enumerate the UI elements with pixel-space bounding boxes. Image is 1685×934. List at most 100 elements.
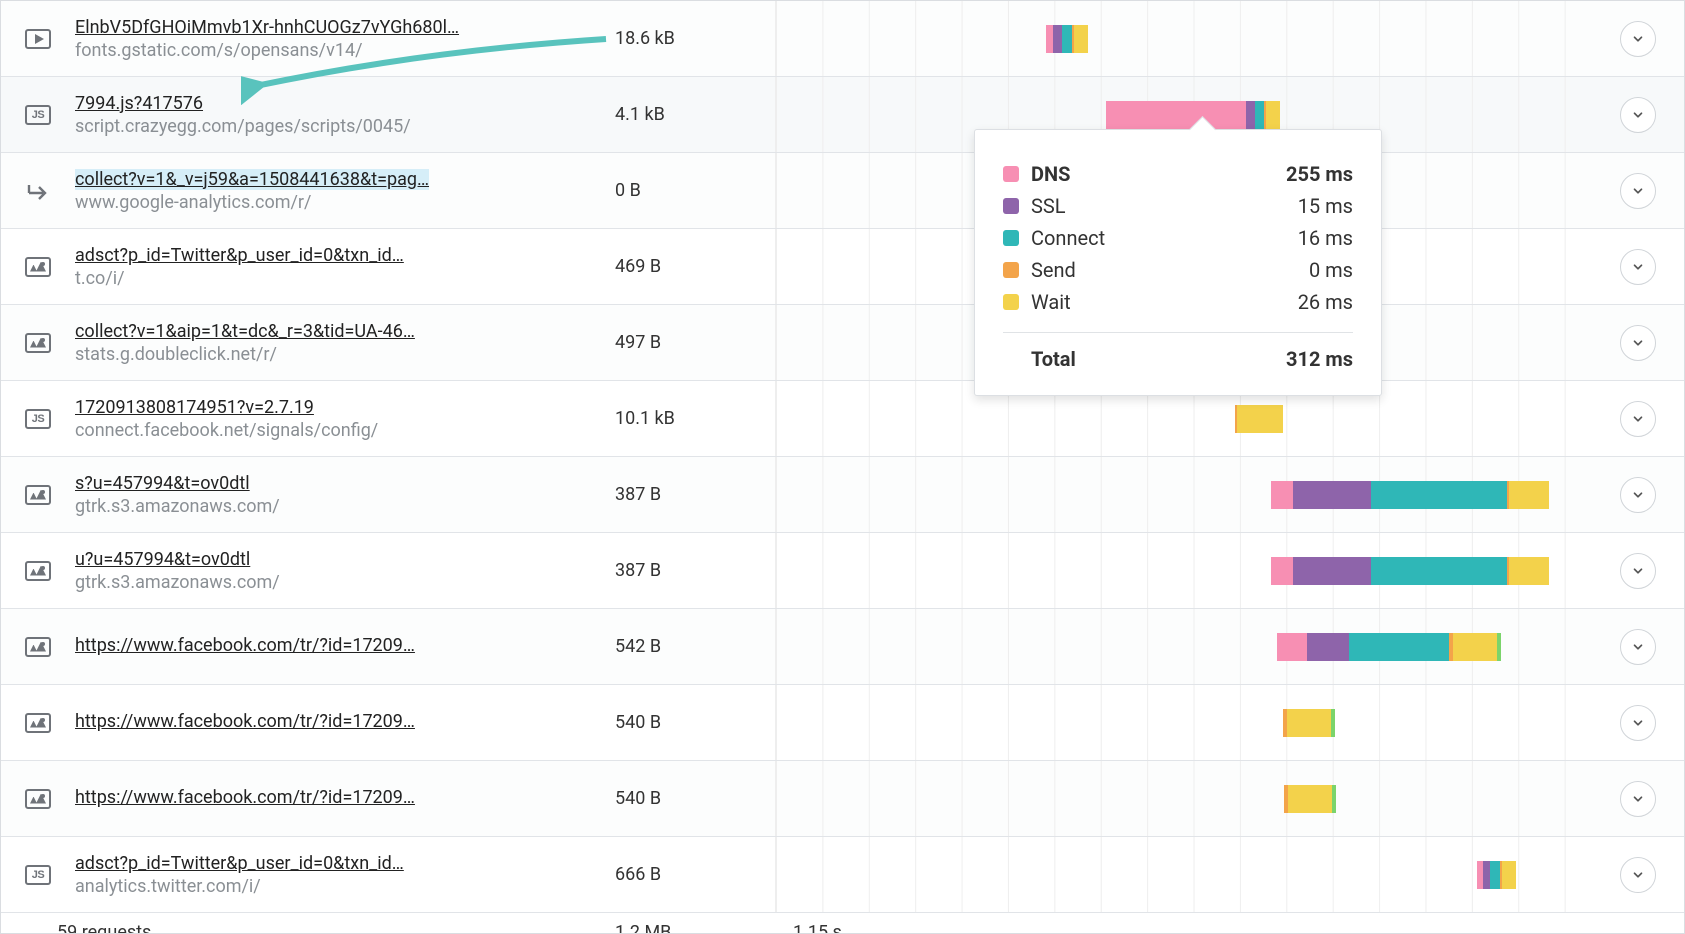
- type-col: [1, 637, 75, 657]
- size-col: 0 B: [615, 180, 775, 201]
- type-col: JS: [1, 409, 75, 429]
- js-icon: JS: [25, 865, 51, 885]
- waterfall-col: [775, 533, 1592, 608]
- tooltip-swatch: [1003, 230, 1019, 246]
- expand-button[interactable]: [1620, 477, 1656, 513]
- type-col: [1, 29, 75, 49]
- waterfall-col: [775, 1, 1592, 76]
- tooltip-row: Send0 ms: [1003, 254, 1353, 286]
- type-col: [1, 333, 75, 353]
- waterfall-bar[interactable]: [1271, 481, 1549, 509]
- type-col: [1, 179, 75, 203]
- request-row[interactable]: collect?v=1&_v=j59&a=1508441638&t=pag…ww…: [1, 153, 1684, 229]
- request-link[interactable]: collect?v=1&_v=j59&a=1508441638&t=pag…: [75, 169, 429, 190]
- size-col: 387 B: [615, 560, 775, 581]
- request-row[interactable]: https://www.facebook.com/tr/?id=17209…54…: [1, 609, 1684, 685]
- expand-button[interactable]: [1620, 781, 1656, 817]
- waterfall-bar[interactable]: [1046, 25, 1088, 53]
- size-col: 387 B: [615, 484, 775, 505]
- request-row[interactable]: u?u=457994&t=ov0dtlgtrk.s3.amazonaws.com…: [1, 533, 1684, 609]
- timing-seg-connect: [1371, 481, 1507, 509]
- request-row[interactable]: JS 1720913808174951?v=2.7.19connect.faceb…: [1, 381, 1684, 457]
- media-icon: [25, 29, 51, 49]
- expand-button[interactable]: [1620, 249, 1656, 285]
- timing-seg-wait: [1237, 405, 1283, 433]
- timing-seg-ssl: [1053, 25, 1062, 53]
- request-link[interactable]: 7994.js?417576: [75, 93, 203, 114]
- request-link[interactable]: https://www.facebook.com/tr/?id=17209…: [75, 711, 415, 732]
- waterfall-grid: [776, 761, 1592, 836]
- request-row[interactable]: https://www.facebook.com/tr/?id=17209… 54…: [1, 685, 1684, 761]
- waterfall-bar[interactable]: [1284, 785, 1336, 813]
- name-col: 7994.js?417576script.crazyegg.com/pages/…: [75, 93, 615, 137]
- timing-seg-connect: [1349, 633, 1449, 661]
- tooltip-label: Connect: [1031, 226, 1298, 250]
- size-col: 540 B: [615, 788, 775, 809]
- type-col: [1, 485, 75, 505]
- request-link[interactable]: https://www.facebook.com/tr/?id=17209…: [75, 635, 415, 656]
- expand-col: [1592, 781, 1684, 817]
- expand-button[interactable]: [1620, 97, 1656, 133]
- expand-col: [1592, 553, 1684, 589]
- waterfall-bar[interactable]: [1235, 405, 1283, 433]
- request-host: gtrk.s3.amazonaws.com/: [75, 496, 605, 517]
- timing-seg-ssl: [1307, 633, 1349, 661]
- request-link[interactable]: s?u=457994&t=ov0dtl: [75, 473, 250, 494]
- image-icon: [25, 561, 51, 581]
- waterfall-bar[interactable]: [1277, 633, 1501, 661]
- request-link[interactable]: ElnbV5DfGHOiMmvb1Xr-hnhCUOGz7vYGh680l…: [75, 17, 459, 38]
- tooltip-swatch: [1003, 166, 1019, 182]
- tooltip-value: 255 ms: [1286, 162, 1353, 186]
- timing-seg-extra: [1331, 709, 1335, 737]
- size-col: 540 B: [615, 712, 775, 733]
- request-link[interactable]: collect?v=1&aip=1&t=dc&_r=3&tid=UA-46…: [75, 321, 415, 342]
- timing-seg-wait: [1453, 633, 1497, 661]
- expand-button[interactable]: [1620, 857, 1656, 893]
- timing-seg-extra: [1332, 785, 1336, 813]
- request-row[interactable]: adsct?p_id=Twitter&p_user_id=0&txn_id…t.…: [1, 229, 1684, 305]
- request-host: connect.facebook.net/signals/config/: [75, 420, 605, 441]
- request-link[interactable]: u?u=457994&t=ov0dtl: [75, 549, 250, 570]
- expand-col: [1592, 401, 1684, 437]
- request-link[interactable]: adsct?p_id=Twitter&p_user_id=0&txn_id…: [75, 853, 404, 874]
- waterfall-grid: [776, 1, 1592, 76]
- size-col: 10.1 kB: [615, 408, 775, 429]
- type-col: [1, 257, 75, 277]
- size-col: 469 B: [615, 256, 775, 277]
- request-row[interactable]: s?u=457994&t=ov0dtlgtrk.s3.amazonaws.com…: [1, 457, 1684, 533]
- tooltip-total-label: Total: [1031, 347, 1286, 371]
- waterfall-bar[interactable]: [1283, 709, 1335, 737]
- expand-button[interactable]: [1620, 21, 1656, 57]
- expand-button[interactable]: [1620, 325, 1656, 361]
- image-icon: [25, 485, 51, 505]
- request-row[interactable]: JS7994.js?417576script.crazyegg.com/page…: [1, 77, 1684, 153]
- redirect-icon: [26, 179, 50, 203]
- request-host: fonts.gstatic.com/s/opensans/v14/: [75, 40, 605, 61]
- js-icon: JS: [25, 409, 51, 429]
- timing-seg-wait: [1074, 25, 1088, 53]
- tooltip-label: Send: [1031, 258, 1309, 282]
- expand-button[interactable]: [1620, 173, 1656, 209]
- request-row[interactable]: collect?v=1&aip=1&t=dc&_r=3&tid=UA-46…st…: [1, 305, 1684, 381]
- image-icon: [25, 333, 51, 353]
- request-link[interactable]: https://www.facebook.com/tr/?id=17209…: [75, 787, 415, 808]
- tooltip-swatch: [1003, 294, 1019, 310]
- waterfall-grid: [776, 685, 1592, 760]
- waterfall-bar[interactable]: [1477, 861, 1516, 889]
- request-row[interactable]: JS adsct?p_id=Twitter&p_user_id=0&txn_id……: [1, 837, 1684, 913]
- size-col: 497 B: [615, 332, 775, 353]
- expand-col: [1592, 325, 1684, 361]
- expand-button[interactable]: [1620, 705, 1656, 741]
- waterfall-col: [775, 761, 1592, 836]
- expand-button[interactable]: [1620, 553, 1656, 589]
- request-row[interactable]: https://www.facebook.com/tr/?id=17209… 54…: [1, 761, 1684, 837]
- request-link[interactable]: adsct?p_id=Twitter&p_user_id=0&txn_id…: [75, 245, 404, 266]
- expand-button[interactable]: [1620, 629, 1656, 665]
- network-panel: ElnbV5DfGHOiMmvb1Xr-hnhCUOGz7vYGh680l…fo…: [0, 0, 1685, 934]
- timing-seg-connect: [1371, 557, 1507, 585]
- request-row[interactable]: ElnbV5DfGHOiMmvb1Xr-hnhCUOGz7vYGh680l…fo…: [1, 1, 1684, 77]
- waterfall-bar[interactable]: [1271, 557, 1549, 585]
- timing-seg-ssl: [1293, 481, 1371, 509]
- request-link[interactable]: 1720913808174951?v=2.7.19: [75, 397, 314, 418]
- expand-button[interactable]: [1620, 401, 1656, 437]
